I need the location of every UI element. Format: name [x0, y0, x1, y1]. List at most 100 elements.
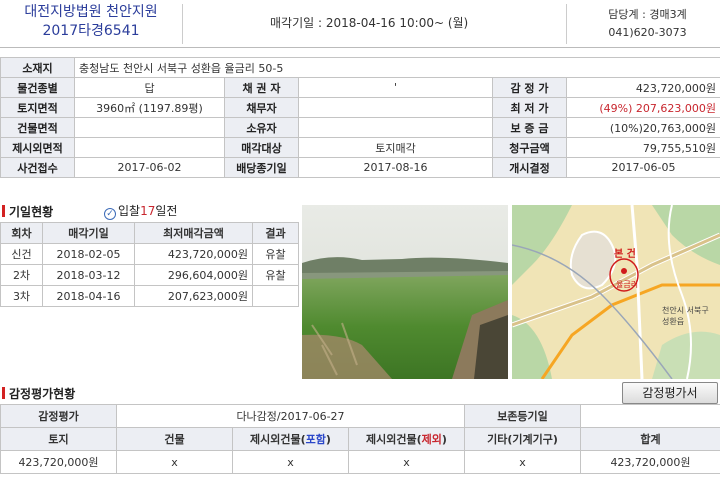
building-value: x	[116, 450, 233, 474]
appraisal-table: 감정평가 다나감정/2017-06-27 보존등기일 토지 건물 제시외건물(포…	[0, 404, 720, 474]
other-value: x	[464, 450, 581, 474]
col-date: 매각기일	[42, 222, 135, 244]
excl-area-label: 제시외면적	[0, 137, 75, 158]
min-price-label: 최 저 가	[492, 97, 567, 118]
total-value: 423,720,000원	[580, 450, 720, 474]
price-cell: 207,623,000원	[134, 285, 253, 307]
dept-phone: 041)620-3073	[608, 26, 687, 39]
case-number: 2017타경6541	[42, 23, 140, 39]
badge-suffix: 일전	[155, 204, 178, 218]
location-map[interactable]: 본 건 율금리 천안시 서북구 성환읍	[512, 205, 720, 379]
filed-value: 2017-06-02	[74, 157, 225, 178]
claim-value: 79,755,510원	[565, 137, 720, 158]
court-name: 대전지방법원 천안지원	[24, 4, 158, 20]
col-land: 토지	[0, 427, 117, 451]
type-label: 물건종별	[0, 77, 75, 98]
table-header-row: 회차 매각기일 최저매각금액 결과	[0, 222, 299, 244]
map-pin-label: 율금리	[616, 280, 639, 289]
min-price-value: (49%) 207,623,000원	[565, 97, 720, 118]
filed-label: 사건접수	[0, 157, 75, 178]
registry-date-value	[580, 404, 720, 428]
sale-target-value: 토지매각	[298, 137, 493, 158]
appraisal-label: 감 정 가	[492, 77, 567, 98]
property-photo[interactable]	[302, 205, 508, 379]
table-header-row: 토지 건물 제시외건물(포함) 제시외건물(제외) 기타(기계기구) 합계	[0, 427, 720, 451]
deposit-value: (10%)20,763,000원	[565, 117, 720, 138]
table-row: 2차 2018-03-12 296,604,000원 유찰	[0, 264, 299, 286]
sale-history-table: 회차 매각기일 최저매각금액 결과 신건 2018-02-05 423,720,…	[0, 222, 299, 307]
badge-days: 17	[140, 204, 156, 218]
table-row: 신건 2018-02-05 423,720,000원 유찰	[0, 243, 299, 265]
date-cell: 2018-02-05	[42, 243, 135, 265]
owner-value	[298, 117, 493, 138]
date-cell: 2018-03-12	[42, 264, 135, 286]
location-value: 충청남도 천안시 서북구 성환읍 율금리 50-5	[73, 57, 720, 78]
col-result: 결과	[252, 222, 299, 244]
case-header: 대전지방법원 천안지원 2017타경6541 매각기일 : 2018-04-16…	[0, 0, 720, 48]
registry-date-label: 보존등기일	[464, 404, 581, 428]
appraiser-value: 다나감정/2017-06-27	[116, 404, 465, 428]
table-row: 423,720,000원 x x x x 423,720,000원	[0, 450, 720, 474]
round-cell: 2차	[0, 264, 43, 286]
table-row: 제시외면적 매각대상 토지매각 청구금액 79,755,510원	[0, 137, 720, 158]
round-cell: 신건	[0, 243, 43, 265]
table-row: 사건접수 2017-06-02 배당종기일 2017-08-16 개시결정 20…	[0, 157, 720, 178]
date-cell: 2018-04-16	[42, 285, 135, 307]
owner-label: 소유자	[224, 117, 299, 138]
history-heading: 기일현황	[2, 203, 53, 220]
map-marker-label: 본 건	[614, 249, 636, 260]
creditor-value: '	[298, 77, 493, 98]
table-row: 물건종별 답 채 권 자 ' 감 정 가 423,720,000원	[0, 77, 720, 98]
appraisal-value: 423,720,000원	[565, 77, 720, 98]
creditor-label: 채 권 자	[224, 77, 299, 98]
appraisal-title: 감정평가현황	[9, 387, 76, 401]
price-cell: 296,604,000원	[134, 264, 253, 286]
table-row: 건물면적 소유자 보 증 금 (10%)20,763,000원	[0, 117, 720, 138]
col-other: 기타(기계기구)	[464, 427, 581, 451]
claim-label: 청구금액	[492, 137, 567, 158]
divider	[182, 4, 183, 44]
badge-prefix: 입찰	[118, 204, 141, 218]
section-marker	[2, 205, 5, 217]
section-marker	[2, 387, 5, 399]
history-title: 기일현황	[9, 205, 54, 219]
price-cell: 423,720,000원	[134, 243, 253, 265]
col-min-price: 최저매각금액	[134, 222, 253, 244]
dividend-label: 배당종기일	[224, 157, 299, 178]
round-cell: 3차	[0, 285, 43, 307]
table-row: 3차 2018-04-16 207,623,000원	[0, 285, 299, 307]
field-photo-image	[302, 205, 508, 379]
location-label: 소재지	[0, 57, 75, 78]
deposit-label: 보 증 금	[492, 117, 567, 138]
map-place-label: 천안시 서북구 성환읍	[662, 306, 709, 326]
col-extra-incl: 제시외건물(포함)	[232, 427, 349, 451]
result-cell: 유찰	[252, 243, 299, 265]
debtor-label: 채무자	[224, 97, 299, 118]
type-value: 답	[74, 77, 225, 98]
dept-name: 담당계 : 경매3계	[608, 8, 687, 21]
result-cell	[252, 285, 299, 307]
debtor-value	[298, 97, 493, 118]
bldg-area-value	[74, 117, 225, 138]
extra-excl-value: x	[348, 450, 465, 474]
land-value: 423,720,000원	[0, 450, 117, 474]
excl-area-value	[74, 137, 225, 158]
check-icon: ✓	[104, 208, 116, 220]
land-area-value: 3960㎡ (1197.89평)	[74, 97, 225, 118]
appraisal-report-button[interactable]: 감정평가서	[622, 382, 718, 404]
bldg-area-label: 건물면적	[0, 117, 75, 138]
appraisal-heading: 감정평가현황	[2, 385, 75, 402]
col-total: 합계	[580, 427, 720, 451]
start-value: 2017-06-05	[565, 157, 720, 178]
land-area-label: 토지면적	[0, 97, 75, 118]
col-building: 건물	[116, 427, 233, 451]
table-row: 토지면적 3960㎡ (1197.89평) 채무자 최 저 가 (49%) 20…	[0, 97, 720, 118]
start-label: 개시결정	[492, 157, 567, 178]
sale-date: 매각기일 : 2018-04-16 10:00~ (월)	[270, 16, 469, 30]
result-cell: 유찰	[252, 264, 299, 286]
col-round: 회차	[0, 222, 43, 244]
extra-incl-value: x	[232, 450, 349, 474]
court-block: 대전지방법원 천안지원 2017타경6541	[2, 3, 180, 41]
dividend-value: 2017-08-16	[298, 157, 493, 178]
dept-block: 담당계 : 경매3계 041)620-3073	[580, 6, 715, 42]
